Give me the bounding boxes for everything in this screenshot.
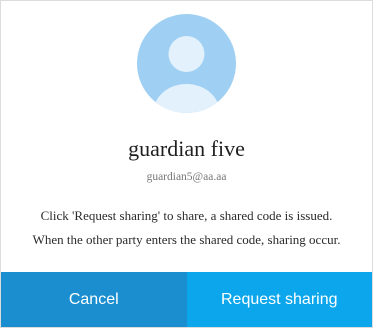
profile-email: guardian5@aa.aa [146, 171, 227, 183]
share-instructions: Click 'Request sharing' to share, a shar… [1, 204, 372, 252]
request-sharing-button[interactable]: Request sharing [186, 272, 372, 327]
cancel-button[interactable]: Cancel [1, 272, 187, 327]
instruction-line-1: Click 'Request sharing' to share, a shar… [40, 208, 333, 223]
dialog-actions: Cancel Request sharing [1, 272, 372, 327]
share-request-dialog: guardian five guardian5@aa.aa Click 'Req… [0, 0, 373, 328]
instruction-line-2: When the other party enters the shared c… [32, 232, 341, 247]
user-avatar-icon [137, 14, 236, 113]
profile-name: guardian five [128, 136, 245, 161]
